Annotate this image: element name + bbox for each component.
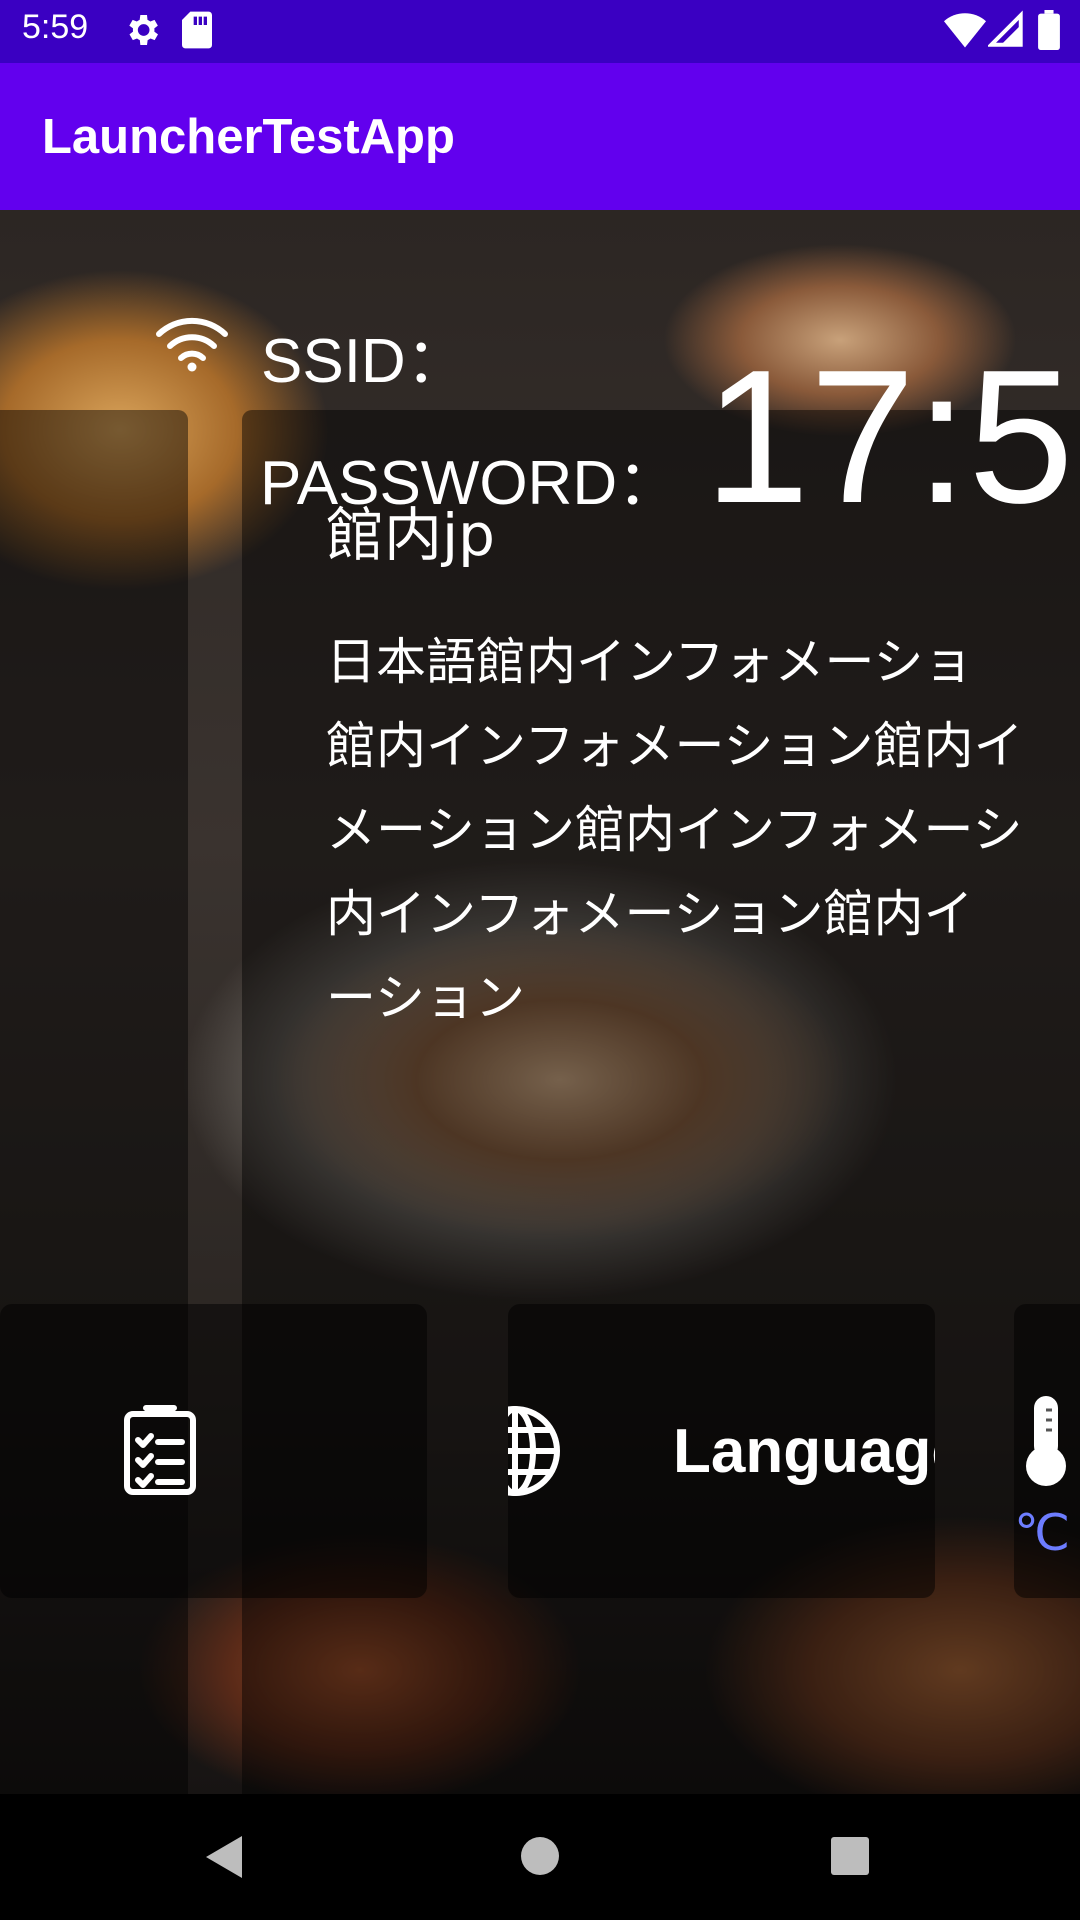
battery-icon	[1038, 10, 1060, 54]
info-line: 館内インフォメーション館内イ	[326, 717, 1024, 775]
back-button[interactable]	[204, 1834, 244, 1884]
globe-icon	[508, 1404, 562, 1502]
app-title: LauncherTestApp	[42, 110, 455, 164]
thermometer-icon	[1022, 1394, 1070, 1492]
info-line: 内インフォメーション館内イ	[326, 885, 974, 943]
language-label: Language	[673, 1417, 935, 1486]
info-line: 日本語館内インフォメーショ	[326, 633, 974, 691]
home-button[interactable]	[520, 1836, 560, 1880]
info-line: メーション館内インフォメーシ	[326, 801, 1023, 859]
language-tile[interactable]: Language	[508, 1304, 935, 1598]
clipboard-checklist-icon	[122, 1402, 198, 1500]
info-body: 日本語館内インフォメーショ 館内インフォメーション館内イ メーション館内インフォ…	[326, 620, 1080, 1040]
signal-icon	[986, 10, 1024, 54]
app-bar: LauncherTestApp	[0, 63, 1080, 210]
wifi-icon	[155, 314, 229, 376]
temperature-tile[interactable]: ℃	[1014, 1304, 1080, 1598]
sd-card-icon	[180, 10, 214, 54]
checklist-tile[interactable]	[0, 1304, 427, 1598]
status-time: 5:59	[22, 8, 89, 46]
nav-bar	[0, 1794, 1080, 1920]
temperature-unit: ℃	[1014, 1505, 1071, 1561]
background-image: SSID： PASSWORD： 17:59 館内jp 日本語館内インフォメーショ…	[0, 210, 1080, 1794]
info-title: 館内jp	[326, 501, 495, 569]
gear-icon	[122, 10, 162, 54]
wifi-icon	[944, 10, 986, 54]
clock: 17:59	[704, 331, 1080, 543]
info-line: ーション	[326, 969, 525, 1027]
status-bar: 5:59	[0, 0, 1080, 63]
recents-button[interactable]	[830, 1836, 870, 1880]
ssid-label: SSID：	[261, 327, 468, 396]
